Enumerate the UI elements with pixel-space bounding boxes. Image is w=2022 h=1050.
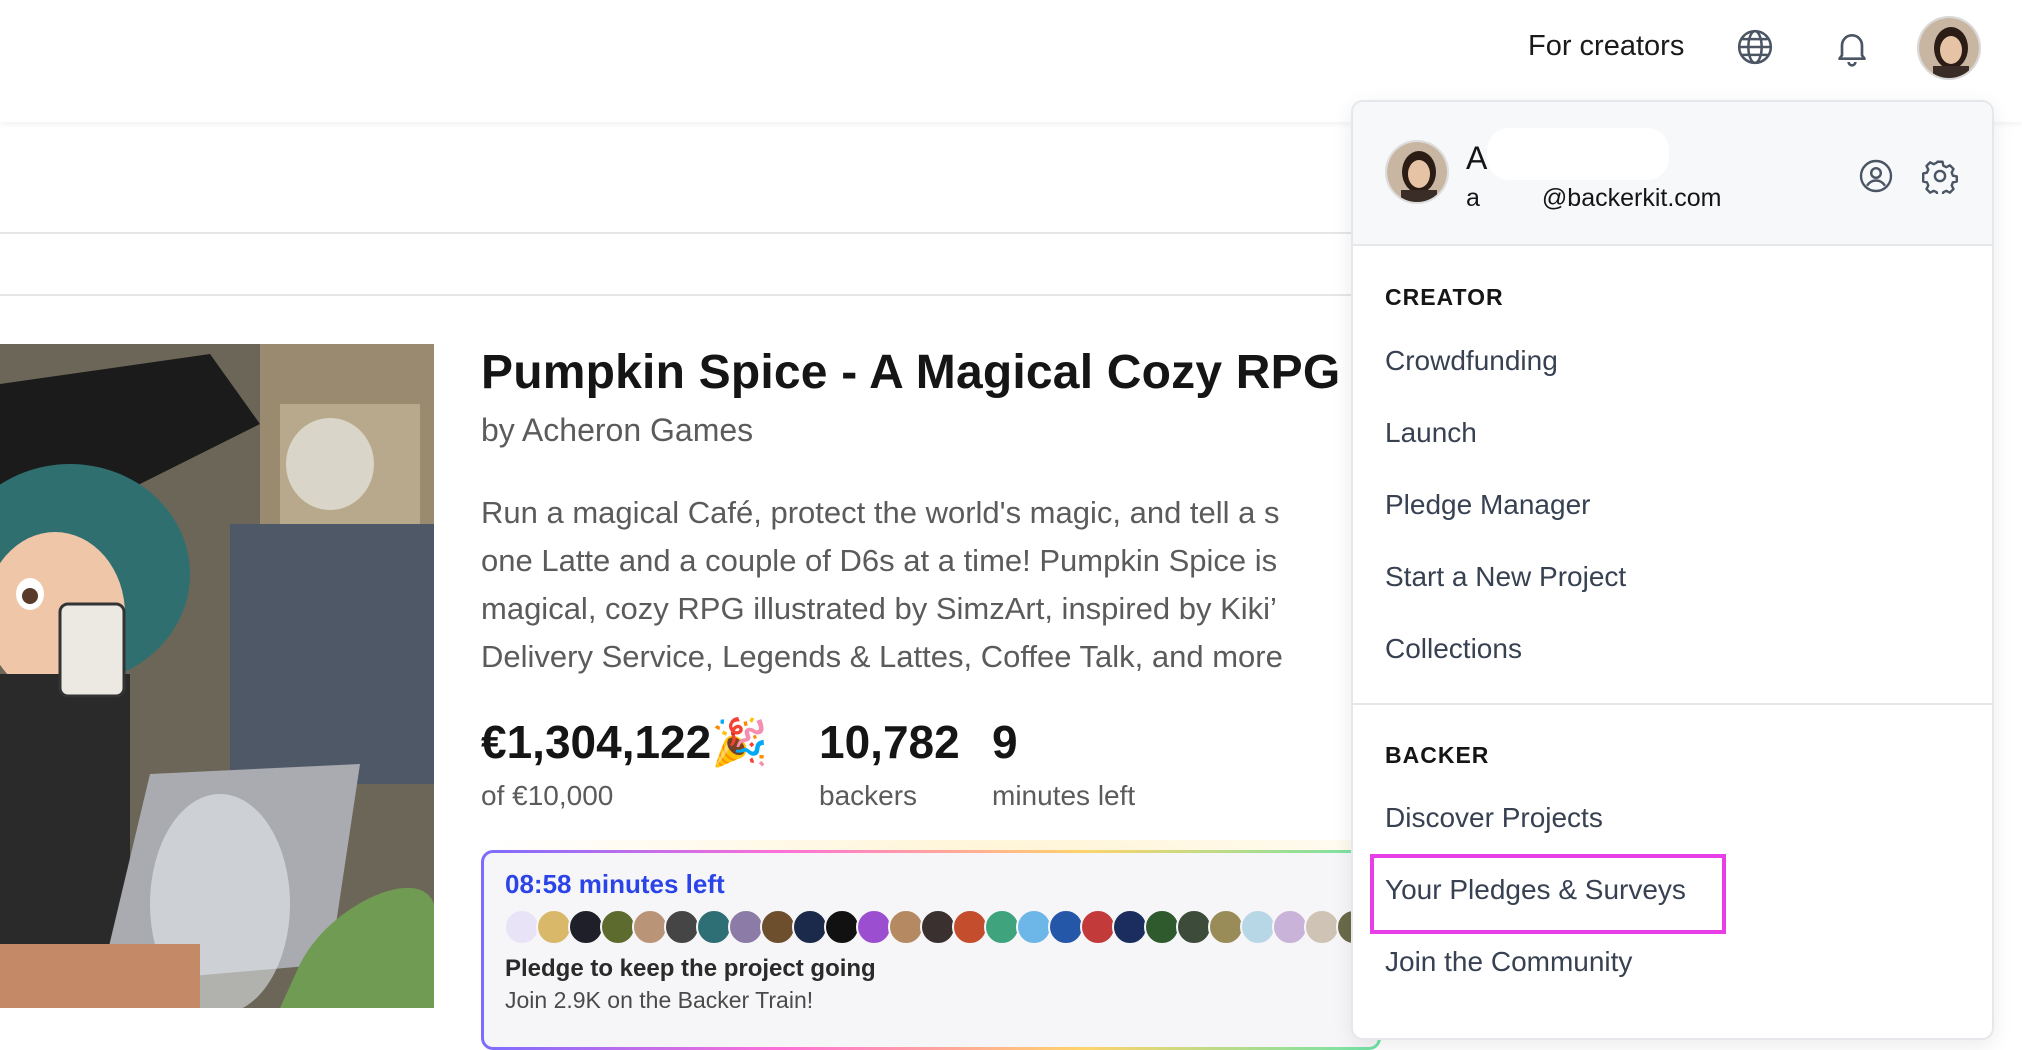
backer-section-heading: BACKER	[1385, 742, 1490, 768]
description-line: Delivery Service, Legends & Lattes, Coff…	[481, 639, 1283, 674]
backer-avatar	[1112, 909, 1148, 945]
backer-avatar	[1272, 909, 1308, 945]
party-popper-icon: 🎉	[711, 716, 769, 768]
backer-train-box[interactable]: 08:58 minutes left Pledge to keep the pr…	[481, 850, 1381, 1050]
funding-goal: of €10,000	[481, 780, 614, 811]
backer-avatar	[1016, 909, 1052, 945]
bell-icon[interactable]	[1832, 26, 1872, 68]
backer-avatar	[1304, 909, 1340, 945]
menu-item-join-community[interactable]: Join the Community	[1385, 946, 1632, 978]
backer-avatar	[856, 909, 892, 945]
backer-avatar	[1176, 909, 1212, 945]
account-dropdown-menu: A a @backerkit.com CREATOR Crowdfunding L…	[1351, 100, 1994, 1040]
train-countdown: 08:58 minutes left	[505, 869, 725, 899]
backer-avatar	[920, 909, 956, 945]
backer-avatar	[536, 909, 572, 945]
menu-item-launch[interactable]: Launch	[1385, 417, 1477, 449]
backer-avatar	[664, 909, 700, 945]
project-title[interactable]: Pumpkin Spice - A Magical Cozy RPG	[481, 345, 1340, 400]
menu-item-crowdfunding[interactable]: Crowdfunding	[1385, 345, 1558, 377]
train-icon	[504, 909, 540, 945]
backer-avatar	[888, 909, 924, 945]
user-email-initial: a	[1466, 184, 1480, 212]
backer-avatar	[1048, 909, 1084, 945]
train-join-text: Join 2.9K on the Backer Train!	[505, 987, 814, 1013]
project-description: Run a magical Café, protect the world's …	[481, 489, 1351, 681]
backer-avatar	[568, 909, 604, 945]
globe-icon[interactable]	[1736, 28, 1774, 66]
description-line: magical, cozy RPG illustrated by SimzArt…	[481, 591, 1277, 626]
train-backer-avatars	[504, 909, 1372, 945]
backers-label: backers	[819, 780, 918, 811]
backer-avatar	[1144, 909, 1180, 945]
dropdown-divider	[1353, 703, 1992, 705]
user-email: a @backerkit.com	[1466, 184, 1722, 213]
description-line: Run a magical Café, protect the world's …	[481, 495, 1280, 530]
menu-item-pledge-manager[interactable]: Pledge Manager	[1385, 489, 1590, 521]
gear-icon[interactable]	[1922, 158, 1958, 194]
time-left-label: minutes left	[992, 780, 1136, 811]
backer-avatar	[696, 909, 732, 945]
dropdown-avatar	[1385, 140, 1449, 204]
backer-avatar	[824, 909, 860, 945]
project-creator[interactable]: by Acheron Games	[481, 412, 753, 449]
redacted-name	[1487, 128, 1669, 180]
backers-count: 10,782	[819, 716, 960, 768]
search-bar-border	[0, 232, 1351, 234]
highlight-box	[1370, 854, 1726, 934]
dropdown-header: A a @backerkit.com	[1353, 102, 1992, 246]
time-left-value: 9	[992, 716, 1018, 768]
menu-item-discover-projects[interactable]: Discover Projects	[1385, 802, 1603, 834]
backer-avatar	[760, 909, 796, 945]
project-hero-image[interactable]	[0, 344, 434, 1008]
pledged-amount: €1,304,122🎉	[481, 715, 769, 770]
backer-avatar	[728, 909, 764, 945]
menu-item-start-new-project[interactable]: Start a New Project	[1385, 561, 1626, 593]
for-creators-link[interactable]: For creators	[1528, 30, 1684, 63]
train-cta: Pledge to keep the project going	[505, 955, 876, 982]
user-circle-icon[interactable]	[1858, 158, 1894, 194]
backer-avatar	[632, 909, 668, 945]
backer-avatar	[600, 909, 636, 945]
user-avatar[interactable]	[1917, 16, 1981, 80]
section-divider	[0, 294, 1351, 296]
description-line: one Latte and a couple of D6s at a time!…	[481, 543, 1278, 578]
backer-avatar	[1208, 909, 1244, 945]
backer-avatar	[792, 909, 828, 945]
backer-avatar	[984, 909, 1020, 945]
backer-avatar	[1080, 909, 1116, 945]
menu-item-collections[interactable]: Collections	[1385, 633, 1522, 665]
user-name: A	[1466, 140, 1488, 176]
backer-avatar	[1240, 909, 1276, 945]
pledged-amount-value: €1,304,122	[481, 716, 712, 768]
creator-section-heading: CREATOR	[1385, 284, 1504, 310]
user-email-domain: @backerkit.com	[1541, 184, 1722, 212]
backer-avatar	[952, 909, 988, 945]
